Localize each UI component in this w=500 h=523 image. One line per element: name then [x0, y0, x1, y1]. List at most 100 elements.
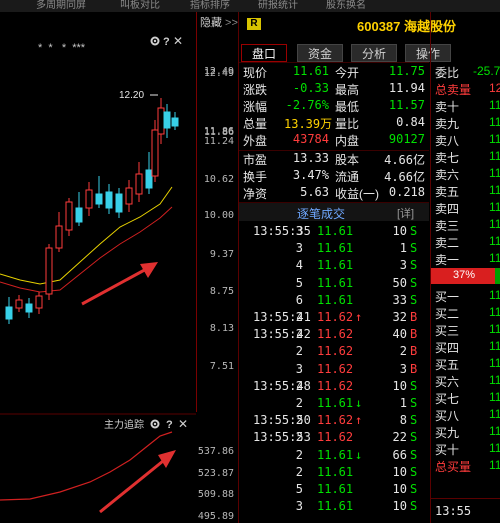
- sell-level-price[interactable]: 11: [489, 234, 500, 248]
- buy-level-price[interactable]: 11: [489, 441, 500, 455]
- signal-markers: * * * ***: [38, 42, 86, 54]
- sell-level-price[interactable]: 11: [489, 183, 500, 197]
- tick-count: 3: [399, 361, 407, 376]
- buy-level-price[interactable]: 11: [489, 339, 500, 353]
- tick-count: 1: [399, 241, 407, 256]
- tick-volume-index: 5: [295, 482, 303, 496]
- candle-body: [45, 247, 53, 295]
- tick-price: 11.62: [317, 361, 354, 376]
- buy-level-label[interactable]: 买三: [435, 322, 459, 339]
- tick-volume-index: 2: [295, 327, 303, 342]
- tick-row: 13:55:35 3 11.61 10 S: [239, 224, 429, 241]
- candle-body: [75, 207, 83, 223]
- tick-count: 10: [392, 499, 407, 514]
- candle-body: [125, 187, 133, 205]
- tab-funds[interactable]: 资金: [297, 44, 343, 62]
- tick-row: 13:55:53 2 11.62 22 S: [239, 430, 429, 447]
- price-ticks: 12.49 11.86 11.24 10.62 10.00 9.37 8.75 …: [197, 0, 238, 523]
- buy-level-price[interactable]: 11: [489, 424, 500, 438]
- tick-label: 495.89: [197, 511, 234, 522]
- menu-item[interactable]: 研报统计: [258, 0, 298, 11]
- buy-level-label[interactable]: 买十: [435, 441, 459, 458]
- buy-level-price[interactable]: 11: [489, 356, 500, 370]
- buy-level-label[interactable]: 买一: [435, 288, 459, 305]
- tick-count: 66: [392, 447, 407, 462]
- tick-row: 3 11.61 1 S: [239, 241, 429, 258]
- candle-body: [25, 303, 33, 313]
- sell-level-price[interactable]: 11: [489, 200, 500, 214]
- sell-level-price[interactable]: 11: [489, 251, 500, 265]
- buy-level-label[interactable]: 买六: [435, 373, 459, 390]
- tab-analysis[interactable]: 分析: [351, 44, 397, 62]
- menu-item[interactable]: 多周期同屏: [36, 0, 86, 11]
- ticks-detail-link[interactable]: [详]: [397, 205, 414, 221]
- sell-level-label[interactable]: 卖七: [435, 149, 459, 166]
- candle-body: [145, 169, 153, 189]
- buy-level-label[interactable]: 买四: [435, 339, 459, 356]
- sell-level-label[interactable]: 卖九: [435, 115, 459, 132]
- candle-body: [115, 193, 123, 213]
- total-sell-label: 总卖量: [435, 83, 472, 97]
- tick-price: 11.61: [317, 258, 354, 273]
- field-label: 净资: [243, 187, 268, 201]
- buy-level-label[interactable]: 买二: [435, 305, 459, 322]
- hide-button[interactable]: 隐藏 >>: [200, 14, 238, 30]
- tick-price: 11.61: [317, 224, 354, 238]
- sell-level-price[interactable]: 11: [489, 115, 500, 129]
- field-value: 4.66亿: [384, 153, 425, 167]
- menu-item[interactable]: 股东换名: [326, 0, 366, 11]
- tick-side: S: [410, 241, 418, 256]
- sell-level-label[interactable]: 卖六: [435, 166, 459, 183]
- sell-level-price[interactable]: 11: [489, 98, 500, 112]
- buy-level-label[interactable]: 买七: [435, 390, 459, 407]
- sell-level-label[interactable]: 卖四: [435, 200, 459, 217]
- buy-level-price[interactable]: 11: [489, 390, 500, 404]
- buy-level-label[interactable]: 买五: [435, 356, 459, 373]
- tick-label: 11.24: [203, 136, 234, 147]
- sell-level-price[interactable]: 11: [489, 149, 500, 163]
- tick-label: 509.88: [197, 489, 234, 500]
- sell-level-label[interactable]: 卖三: [435, 217, 459, 234]
- sell-level-label[interactable]: 卖二: [435, 234, 459, 251]
- tick-row: 5 11.61 50 S: [239, 276, 429, 293]
- sell-level-label[interactable]: 卖一: [435, 251, 459, 268]
- annotation-arrow: [81, 265, 151, 306]
- tick-row: 4 11.61 3 S: [239, 258, 429, 275]
- tick-price: 11.61: [317, 482, 354, 496]
- tab-pankou[interactable]: 盘口: [241, 44, 287, 62]
- buy-level-price[interactable]: 11: [489, 322, 500, 336]
- field-label: 内盘: [335, 134, 360, 148]
- buy-level-price[interactable]: 11: [489, 305, 500, 319]
- ratio-value: -25.7: [473, 64, 500, 78]
- sell-level-label[interactable]: 卖八: [435, 132, 459, 149]
- buy-level-price[interactable]: 11: [489, 407, 500, 421]
- candle-body: [35, 295, 43, 309]
- field-label: 今开: [335, 66, 360, 80]
- gear-icon: [150, 419, 160, 429]
- sell-level-label[interactable]: 卖十: [435, 98, 459, 115]
- annotation-arrow: [99, 455, 169, 514]
- sell-level-price[interactable]: 11: [489, 217, 500, 231]
- field-value: 11.61: [292, 64, 329, 78]
- candle-body: [65, 201, 73, 231]
- buy-level-price[interactable]: 11: [489, 288, 500, 302]
- tick-row: 2 11.61 ↓ 66 S: [239, 448, 429, 465]
- menu-item[interactable]: 叫板对比: [120, 0, 160, 11]
- candle-body: [105, 191, 113, 209]
- tick-price: 11.61: [317, 447, 354, 462]
- candle-body: [15, 299, 23, 309]
- tick-row: 2 11.61 ↓ 1 S: [239, 396, 429, 413]
- ma-line-red: [0, 206, 173, 293]
- tick-count: 22: [392, 430, 407, 445]
- buy-level-label[interactable]: 买九: [435, 424, 459, 441]
- buy-level-price[interactable]: 11: [489, 373, 500, 387]
- buy-level-label[interactable]: 买八: [435, 407, 459, 424]
- field-value: 0.84: [396, 115, 425, 129]
- tick-price: 11.61: [317, 275, 354, 290]
- sell-level-price[interactable]: 11: [489, 132, 500, 146]
- tick-count: 40: [392, 327, 407, 342]
- sell-level-price[interactable]: 11: [489, 166, 500, 180]
- sell-level-label[interactable]: 卖五: [435, 183, 459, 200]
- tick-label: 8.75: [209, 286, 234, 297]
- tick-side: S: [410, 224, 418, 238]
